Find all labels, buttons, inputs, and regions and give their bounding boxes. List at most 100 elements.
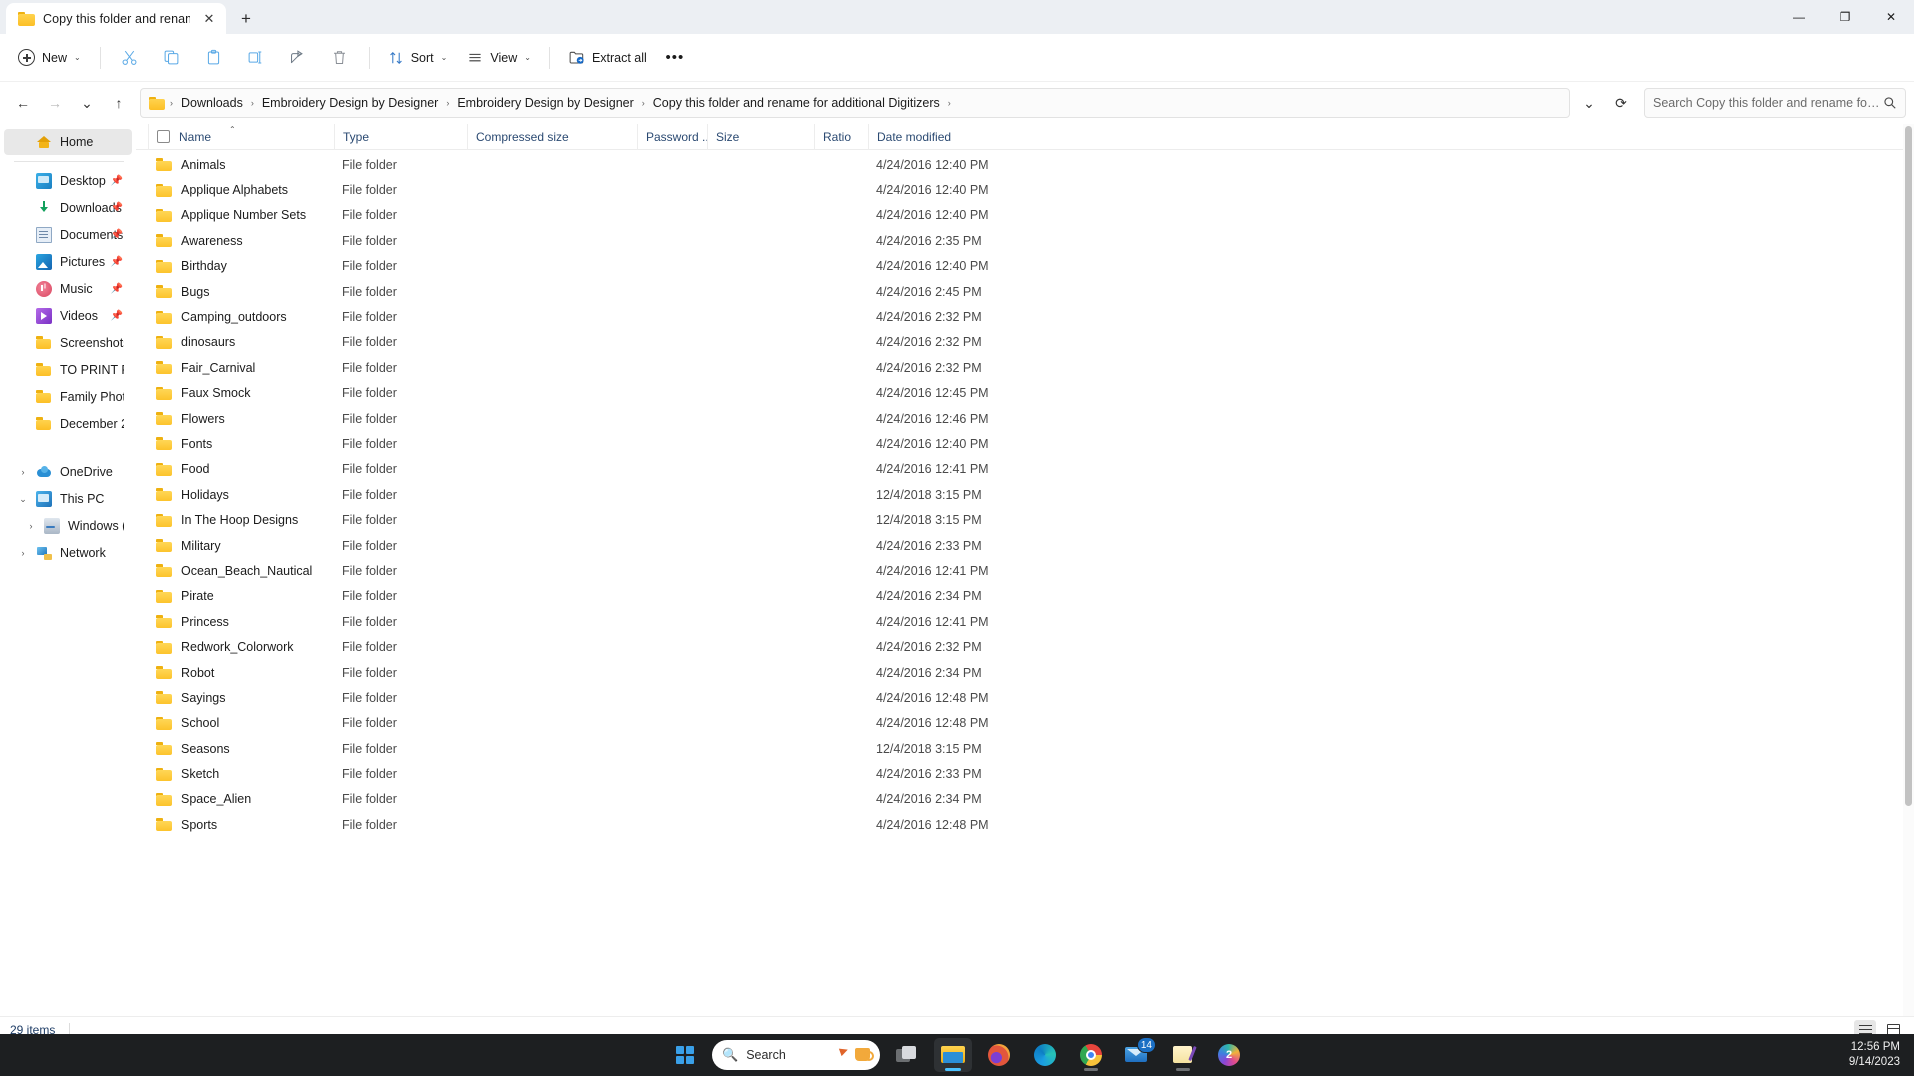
sidebar-item-documents[interactable]: Documents 📌 — [4, 222, 132, 248]
sidebar-item-to-print-for-wall[interactable]: TO PRINT FOR WAL — [4, 357, 132, 383]
column-header-name[interactable]: Name — [148, 124, 334, 150]
table-row[interactable]: Applique Number SetsFile folder4/24/2016… — [136, 203, 1914, 228]
back-button[interactable]: ← — [8, 88, 38, 118]
table-row[interactable]: SketchFile folder4/24/2016 2:33 PM — [136, 761, 1914, 786]
vertical-scrollbar[interactable] — [1903, 124, 1914, 1016]
table-row[interactable]: MilitaryFile folder4/24/2016 2:33 PM — [136, 533, 1914, 558]
table-row[interactable]: SchoolFile folder4/24/2016 12:48 PM — [136, 711, 1914, 736]
column-header-date-modified[interactable]: Date modified — [868, 124, 1026, 150]
close-window-button[interactable]: ✕ — [1868, 0, 1914, 34]
table-row[interactable]: FlowersFile folder4/24/2016 12:46 PM — [136, 406, 1914, 431]
sidebar-item-this-pc[interactable]: ⌄ This PC — [4, 486, 132, 512]
new-button[interactable]: New ⌄ — [10, 42, 91, 74]
table-row[interactable]: SayingsFile folder4/24/2016 12:48 PM — [136, 685, 1914, 710]
sidebar-item-music[interactable]: Music 📌 — [4, 276, 132, 302]
documents-icon — [36, 227, 52, 243]
chevron-down-icon[interactable]: ⌄ — [18, 494, 28, 505]
table-row[interactable]: dinosaursFile folder4/24/2016 2:32 PM — [136, 330, 1914, 355]
task-view-button[interactable] — [888, 1038, 926, 1072]
taskbar-edge[interactable] — [1026, 1038, 1064, 1072]
sidebar-item-onedrive[interactable]: › OneDrive — [4, 459, 132, 485]
sidebar-item-pictures[interactable]: Pictures 📌 — [4, 249, 132, 275]
minimize-button[interactable]: — — [1776, 0, 1822, 34]
select-all-checkbox[interactable] — [157, 130, 170, 143]
chevron-right-icon[interactable]: › — [18, 548, 28, 558]
sidebar-item-network[interactable]: › Network — [4, 540, 132, 566]
table-row[interactable]: PrincessFile folder4/24/2016 12:41 PM — [136, 609, 1914, 634]
sidebar-item-family-photos[interactable]: Family Photos — [4, 384, 132, 410]
search-input[interactable]: Search Copy this folder and rename for a… — [1653, 96, 1883, 110]
search-box[interactable]: Search Copy this folder and rename for a… — [1644, 88, 1906, 118]
breadcrumb-item-3[interactable]: Copy this folder and rename for addition… — [648, 93, 945, 113]
taskbar-chrome[interactable] — [1072, 1038, 1110, 1072]
copy-button[interactable] — [152, 41, 192, 75]
column-header-size[interactable]: Size — [707, 124, 814, 150]
column-header-password[interactable]: Password ... — [637, 124, 707, 150]
recent-locations-button[interactable]: ⌄ — [72, 88, 102, 118]
table-row[interactable]: SportsFile folder4/24/2016 12:48 PM — [136, 812, 1914, 837]
forward-button[interactable]: → — [40, 88, 70, 118]
view-button[interactable]: View ⌄ — [458, 42, 540, 74]
table-row[interactable]: AwarenessFile folder4/24/2016 2:35 PM — [136, 228, 1914, 253]
sidebar-item-screenshots[interactable]: Screenshots — [4, 330, 132, 356]
new-tab-button[interactable]: + — [230, 4, 262, 34]
table-row[interactable]: PirateFile folder4/24/2016 2:34 PM — [136, 584, 1914, 609]
table-row[interactable]: RobotFile folder4/24/2016 2:34 PM — [136, 660, 1914, 685]
taskbar-file-explorer[interactable] — [934, 1038, 972, 1072]
table-row[interactable]: Space_AlienFile folder4/24/2016 2:34 PM — [136, 787, 1914, 812]
more-options-button[interactable]: ••• — [658, 42, 692, 74]
sidebar-item-december-2019[interactable]: December 2019 — [4, 411, 132, 437]
table-row[interactable]: BugsFile folder4/24/2016 2:45 PM — [136, 279, 1914, 304]
scrollbar-thumb[interactable] — [1905, 126, 1912, 806]
sidebar-item-videos[interactable]: Videos 📌 — [4, 303, 132, 329]
maximize-button[interactable]: ❐ — [1822, 0, 1868, 34]
table-row[interactable]: FoodFile folder4/24/2016 12:41 PM — [136, 457, 1914, 482]
refresh-button[interactable]: ⟳ — [1606, 88, 1636, 118]
extract-all-button[interactable]: Extract all — [559, 42, 656, 74]
table-row[interactable]: Redwork_ColorworkFile folder4/24/2016 2:… — [136, 634, 1914, 659]
column-header-compressed-size[interactable]: Compressed size — [467, 124, 637, 150]
folder-icon — [156, 488, 172, 501]
paste-button[interactable] — [194, 41, 234, 75]
breadcrumb-item-0[interactable]: Downloads — [176, 93, 248, 113]
sidebar-item-windows-c[interactable]: › Windows (C:) — [4, 513, 132, 539]
table-row[interactable]: Faux SmockFile folder4/24/2016 12:45 PM — [136, 381, 1914, 406]
breadcrumb-item-2[interactable]: Embroidery Design by Designer — [452, 93, 638, 113]
chevron-right-icon[interactable]: › — [26, 521, 36, 531]
delete-button[interactable] — [320, 41, 360, 75]
taskbar-clock[interactable]: 12:56 PM 9/14/2023 — [1849, 1040, 1900, 1070]
tab-active[interactable]: Copy this folder and rename f ✕ — [6, 3, 226, 34]
table-row[interactable]: SeasonsFile folder12/4/2018 3:15 PM — [136, 736, 1914, 761]
taskbar-notes[interactable] — [1164, 1038, 1202, 1072]
table-row[interactable]: AnimalsFile folder4/24/2016 12:40 PM — [136, 152, 1914, 177]
taskbar-firefox[interactable] — [980, 1038, 1018, 1072]
breadcrumb-item-1[interactable]: Embroidery Design by Designer — [257, 93, 443, 113]
up-button[interactable]: ↑ — [104, 88, 134, 118]
chevron-right-icon[interactable]: › — [18, 467, 28, 477]
table-row[interactable]: In The Hoop DesignsFile folder12/4/2018 … — [136, 507, 1914, 532]
table-row[interactable]: Applique AlphabetsFile folder4/24/2016 1… — [136, 177, 1914, 202]
table-row[interactable]: HolidaysFile folder12/4/2018 3:15 PM — [136, 482, 1914, 507]
start-button[interactable] — [666, 1038, 704, 1072]
history-dropdown-button[interactable]: ⌄ — [1574, 88, 1604, 118]
table-row[interactable]: Fair_CarnivalFile folder4/24/2016 2:32 P… — [136, 355, 1914, 380]
taskbar-rainbow-app[interactable]: 2 — [1210, 1038, 1248, 1072]
table-row[interactable]: Camping_outdoorsFile folder4/24/2016 2:3… — [136, 304, 1914, 329]
column-header-type[interactable]: Type — [334, 124, 467, 150]
sidebar-item-downloads[interactable]: Downloads 📌 — [4, 195, 132, 221]
share-button[interactable] — [278, 41, 318, 75]
breadcrumb[interactable]: › Downloads › Embroidery Design by Desig… — [140, 88, 1570, 118]
cut-button[interactable] — [110, 41, 150, 75]
sidebar-item-home[interactable]: Home — [4, 129, 132, 155]
column-header-ratio[interactable]: Ratio — [814, 124, 868, 150]
rename-button[interactable] — [236, 41, 276, 75]
sidebar-item-desktop[interactable]: Desktop 📌 — [4, 168, 132, 194]
taskbar-mail[interactable]: 14 — [1118, 1038, 1156, 1072]
cell-date-modified: 4/24/2016 12:45 PM — [868, 386, 1026, 400]
close-tab-icon[interactable]: ✕ — [198, 8, 220, 30]
table-row[interactable]: Ocean_Beach_NauticalFile folder4/24/2016… — [136, 558, 1914, 583]
sort-button[interactable]: Sort ⌄ — [379, 42, 457, 74]
table-row[interactable]: FontsFile folder4/24/2016 12:40 PM — [136, 431, 1914, 456]
taskbar-search[interactable]: 🔍 Search — [712, 1040, 880, 1070]
table-row[interactable]: BirthdayFile folder4/24/2016 12:40 PM — [136, 254, 1914, 279]
